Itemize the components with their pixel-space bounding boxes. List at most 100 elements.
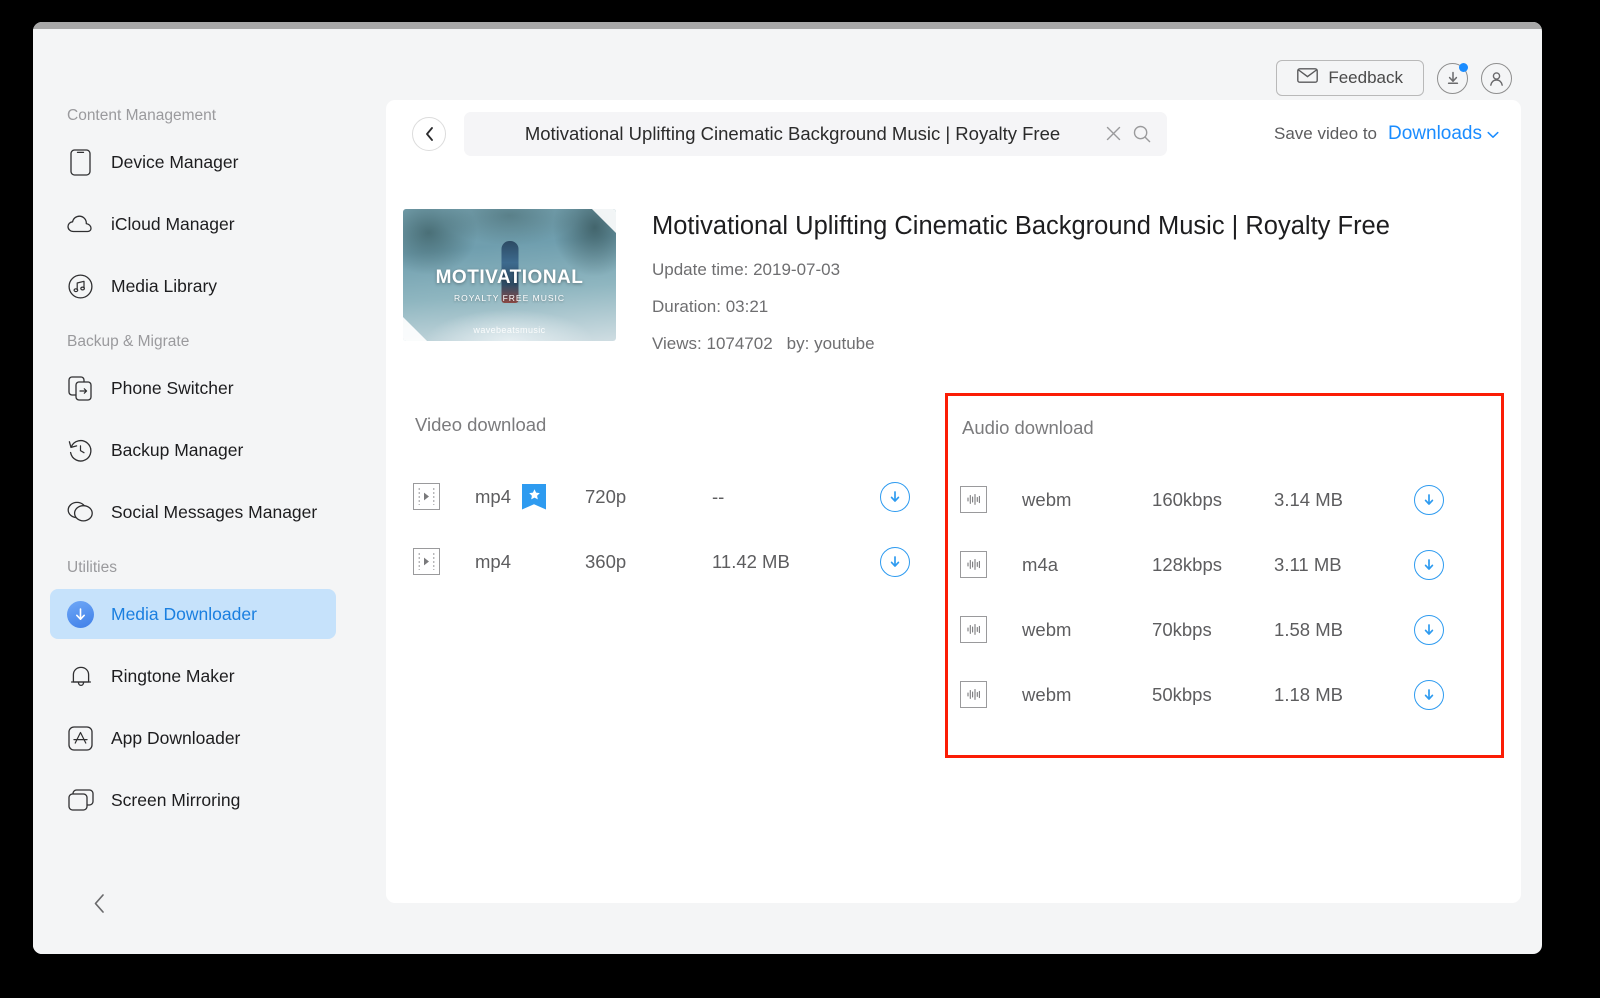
sidebar-item-label: Media Downloader — [111, 603, 257, 624]
thumbnail-subtitle: ROYALTY FREE MUSIC — [453, 293, 566, 304]
waveform-icon — [960, 486, 988, 513]
video-views: Views: 1074702 — [652, 334, 773, 353]
sidebar-item-device-manager[interactable]: Device Manager — [50, 137, 336, 187]
audio-download-heading: Audio download — [962, 417, 1094, 438]
video-format-label: mp4 — [475, 485, 511, 507]
clear-search-icon[interactable] — [1105, 125, 1122, 142]
bell-icon — [67, 663, 94, 690]
top-toolbar: Feedback — [1276, 60, 1512, 96]
clock-rewind-icon — [67, 437, 94, 464]
audio-bitrate-cell: 128kbps — [1152, 553, 1222, 575]
screens-icon — [67, 787, 94, 814]
table-row: webm 70kbps 1.58 MB — [960, 597, 1501, 662]
thumbnail-title: MOTIVATIONAL — [435, 267, 584, 289]
sidebar-item-ringtone-maker[interactable]: Ringtone Maker — [50, 651, 336, 701]
audio-size-cell: 3.11 MB — [1274, 553, 1342, 575]
download-circle-icon[interactable] — [1414, 679, 1445, 710]
sidebar-item-label: Screen Mirroring — [111, 789, 241, 810]
download-circle-icon[interactable] — [1414, 614, 1445, 645]
sidebar: Content Management Device Manager iCloud… — [33, 29, 353, 954]
sidebar-item-backup-manager[interactable]: Backup Manager — [50, 425, 336, 475]
video-thumbnail: MOTIVATIONAL ROYALTY FREE MUSIC wavebeat… — [403, 209, 616, 341]
audio-download-section: Audio download webm 160kbps 3.14 MB m4a … — [945, 393, 1504, 758]
envelope-icon — [1297, 68, 1319, 88]
feedback-button[interactable]: Feedback — [1276, 60, 1424, 96]
waveform-icon — [960, 616, 988, 643]
save-location-value: Downloads — [1388, 122, 1482, 144]
sidebar-collapse-button[interactable] — [93, 893, 106, 914]
sidebar-item-screen-mirroring[interactable]: Screen Mirroring — [50, 775, 336, 825]
table-row: webm 50kbps 1.18 MB — [960, 662, 1501, 727]
video-resolution-cell: 360p — [585, 550, 627, 572]
video-metadata: Motivational Uplifting Cinematic Backgro… — [652, 209, 1390, 371]
video-download-section: Video download mp4 720p -- mp4 360p 11.4… — [403, 393, 945, 758]
download-options: Video download mp4 720p -- mp4 360p 11.4… — [386, 393, 1521, 758]
sidebar-item-label: Media Library — [111, 275, 218, 296]
app-store-icon — [67, 725, 94, 752]
download-circle-icon[interactable] — [880, 546, 910, 577]
video-format-label: mp4 — [475, 550, 511, 572]
audio-bitrate-cell: 160kbps — [1152, 488, 1222, 510]
audio-bitrate-cell: 50kbps — [1152, 683, 1212, 705]
recommended-star-badge — [522, 483, 546, 510]
save-location-dropdown[interactable]: Downloads — [1388, 123, 1499, 145]
downloads-tray-button[interactable] — [1437, 62, 1468, 94]
search-actions — [1105, 125, 1151, 143]
cloud-icon — [67, 211, 94, 238]
save-location-control: Save video to Downloads — [1274, 123, 1499, 145]
download-circle-icon[interactable] — [1414, 549, 1445, 580]
sidebar-group-utilities: Utilities Media Downloader Ringtone Make… — [33, 559, 353, 825]
sidebar-item-label: App Downloader — [111, 727, 241, 748]
sidebar-item-media-library[interactable]: Media Library — [50, 261, 336, 311]
film-strip-icon — [413, 483, 440, 510]
sidebar-item-label: Social Messages Manager — [111, 501, 318, 522]
video-resolution-cell: 720p — [585, 485, 627, 507]
audio-format-cell: webm — [1022, 683, 1072, 705]
desktop-background: Feedback Content Management Device Manag… — [0, 0, 1600, 998]
table-row: mp4 360p 11.42 MB — [413, 529, 945, 594]
content-panel: Motivational Uplifting Cinematic Backgro… — [386, 100, 1521, 903]
device-phone-icon — [67, 148, 94, 176]
sidebar-item-label: Device Manager — [111, 151, 239, 172]
download-circle-icon[interactable] — [880, 481, 910, 512]
sidebar-item-social-messages-manager[interactable]: Social Messages Manager — [50, 487, 336, 537]
search-input[interactable]: Motivational Uplifting Cinematic Backgro… — [480, 123, 1105, 145]
table-row: webm 160kbps 3.14 MB — [960, 467, 1501, 532]
film-strip-icon — [413, 548, 440, 575]
waveform-icon — [960, 681, 988, 708]
chevron-down-icon — [1487, 123, 1499, 145]
sidebar-group-backup-migrate: Backup & Migrate Phone Switcher Backup M… — [33, 333, 353, 537]
video-size-cell: 11.42 MB — [712, 550, 790, 572]
download-arrow-icon — [67, 600, 94, 628]
sidebar-item-label: Backup Manager — [111, 439, 244, 460]
sidebar-group-title: Backup & Migrate — [67, 333, 190, 350]
table-row: mp4 720p -- — [413, 464, 945, 529]
search-bar[interactable]: Motivational Uplifting Cinematic Backgro… — [464, 111, 1167, 156]
video-duration: Duration: 03:21 — [652, 297, 769, 316]
audio-format-cell: m4a — [1022, 553, 1059, 575]
audio-bitrate-cell: 70kbps — [1152, 618, 1212, 640]
video-format-cell: mp4 — [475, 551, 585, 573]
sidebar-item-app-downloader[interactable]: App Downloader — [50, 713, 336, 763]
audio-size-cell: 1.18 MB — [1274, 683, 1343, 705]
download-circle-icon[interactable] — [1414, 484, 1445, 515]
sidebar-item-media-downloader[interactable]: Media Downloader — [50, 589, 336, 639]
window-title-bar — [33, 22, 1542, 29]
thumbnail-caption: MOTIVATIONAL ROYALTY FREE MUSIC — [403, 267, 616, 303]
sidebar-group-content-management: Content Management Device Manager iCloud… — [33, 107, 353, 311]
phone-transfer-icon — [67, 375, 94, 402]
sidebar-item-phone-switcher[interactable]: Phone Switcher — [50, 363, 336, 413]
audio-size-cell: 1.58 MB — [1274, 618, 1343, 640]
video-title: Motivational Uplifting Cinematic Backgro… — [652, 212, 1390, 240]
back-button[interactable] — [412, 116, 446, 151]
feedback-label: Feedback — [1328, 68, 1403, 87]
search-icon[interactable] — [1133, 125, 1151, 143]
video-format-cell: mp4 — [475, 483, 585, 510]
notification-badge — [1459, 62, 1468, 72]
content-header: Motivational Uplifting Cinematic Backgro… — [386, 100, 1521, 167]
video-views-and-source: Views: 1074702 by: youtube — [652, 334, 1390, 354]
sidebar-group-title: Content Management — [67, 107, 217, 124]
account-button[interactable] — [1481, 62, 1512, 94]
video-update-time: Update time: 2019-07-03 — [652, 260, 841, 279]
sidebar-item-icloud-manager[interactable]: iCloud Manager — [50, 199, 336, 249]
